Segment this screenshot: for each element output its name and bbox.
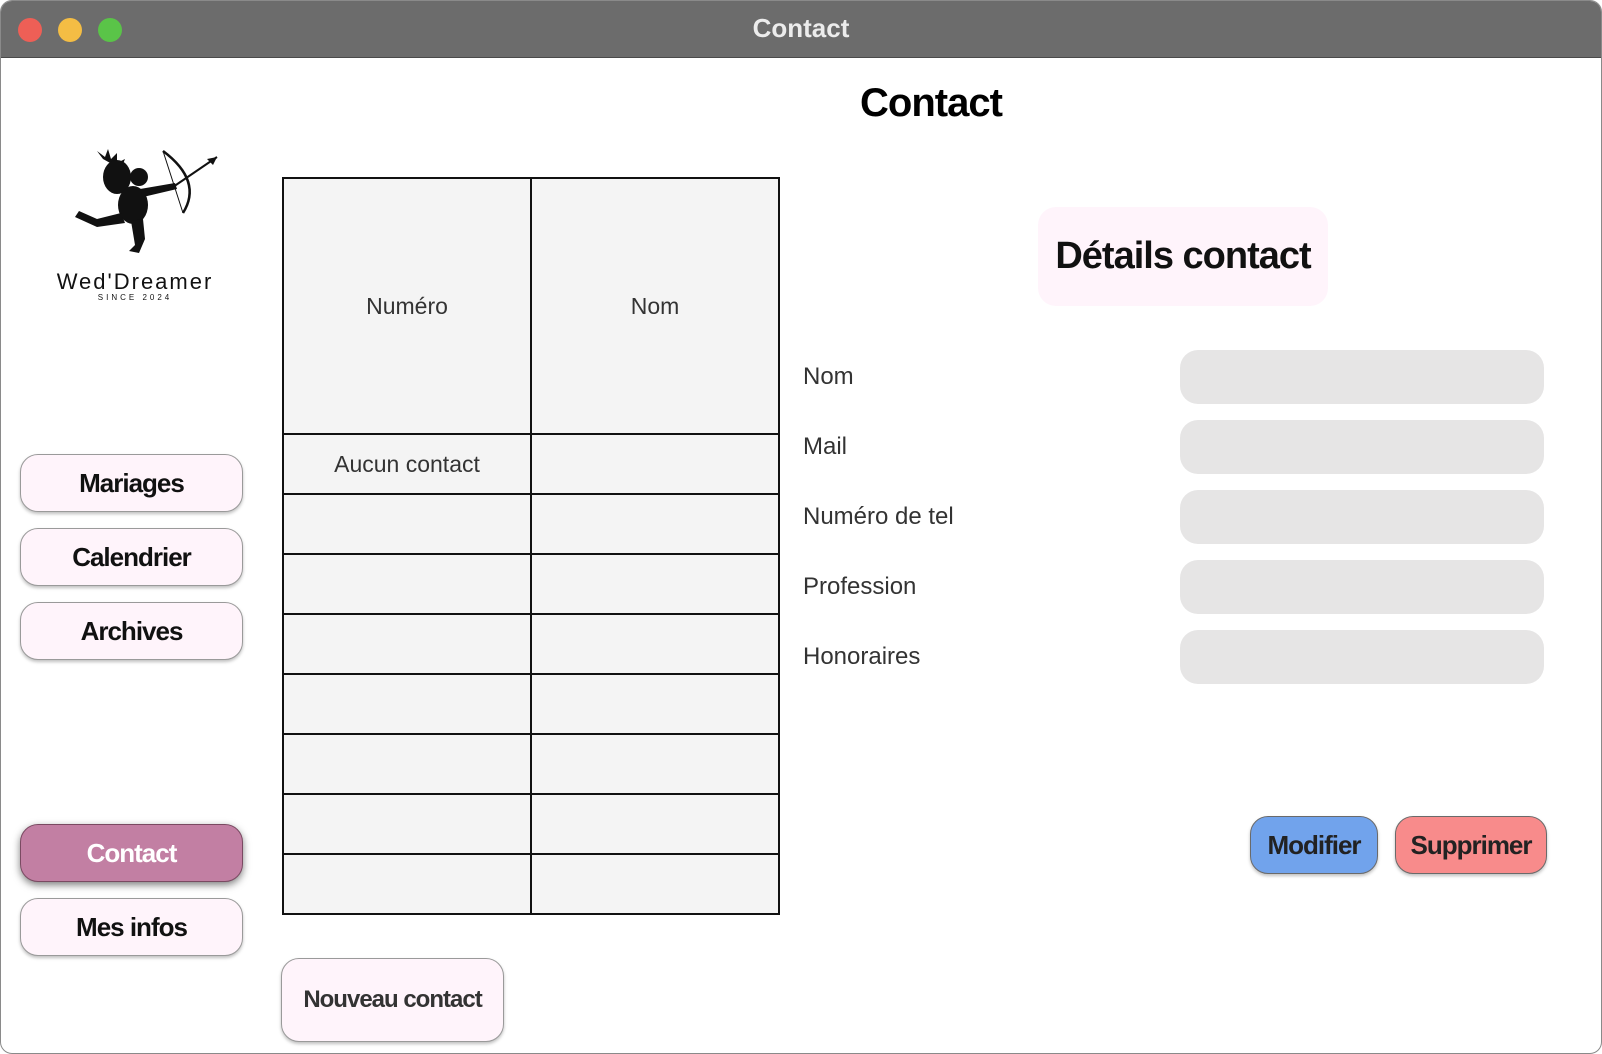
mail-label: Mail	[803, 433, 848, 460]
table-row[interactable]	[282, 793, 780, 855]
page-title: Contact	[860, 81, 1003, 125]
details-title: Détails contact	[1038, 207, 1328, 306]
nav-calendrier-button[interactable]: Calendrier	[20, 528, 243, 586]
table-row[interactable]	[282, 553, 780, 615]
nom-field[interactable]	[1180, 350, 1544, 404]
phone-label: Numéro de tel	[803, 503, 954, 530]
contacts-table: Numéro Nom Aucun contact	[282, 177, 780, 915]
table-cell	[530, 433, 780, 495]
table-row[interactable]	[282, 673, 780, 735]
table-cell	[530, 853, 780, 915]
nom-label: Nom	[803, 363, 854, 390]
table-row[interactable]	[282, 613, 780, 675]
table-cell	[282, 493, 532, 555]
table-cell	[530, 793, 780, 855]
table-cell	[282, 853, 532, 915]
table-cell	[530, 553, 780, 615]
nav-mes-infos-button[interactable]: Mes infos	[20, 898, 243, 956]
mail-field[interactable]	[1180, 420, 1544, 474]
table-cell	[530, 673, 780, 735]
nav-mariages-button[interactable]: Mariages	[20, 454, 243, 512]
logo-brand-text: Wed'Dreamer	[56, 269, 214, 294]
new-contact-button[interactable]: Nouveau contact	[281, 958, 504, 1042]
logo-since-text: SINCE 2024	[97, 293, 173, 302]
app-window: Contact Contact Wed'Dreamer SINCE 2024 M…	[0, 0, 1602, 1054]
table-row[interactable]	[282, 493, 780, 555]
table-cell	[530, 733, 780, 795]
column-header-nom[interactable]: Nom	[530, 177, 780, 435]
nav-archives-button[interactable]: Archives	[20, 602, 243, 660]
nav-contact-button[interactable]: Contact	[20, 824, 243, 882]
table-cell	[282, 673, 532, 735]
table-cell	[282, 793, 532, 855]
phone-field[interactable]	[1180, 490, 1544, 544]
table-row[interactable]: Aucun contact	[282, 433, 780, 495]
table-row[interactable]	[282, 733, 780, 795]
table-cell	[530, 493, 780, 555]
title-bar: Contact	[1, 1, 1601, 58]
table-cell	[282, 553, 532, 615]
honoraires-label: Honoraires	[803, 643, 921, 670]
profession-field[interactable]	[1180, 560, 1544, 614]
profession-label: Profession	[803, 573, 917, 600]
table-row[interactable]	[282, 853, 780, 915]
column-header-numero[interactable]: Numéro	[282, 177, 532, 435]
table-cell	[530, 613, 780, 675]
delete-button[interactable]: Supprimer	[1395, 816, 1547, 874]
window-title: Contact	[752, 13, 850, 43]
table-header-row: Numéro Nom	[282, 177, 780, 435]
edit-button[interactable]: Modifier	[1250, 816, 1378, 874]
honoraires-field[interactable]	[1180, 630, 1544, 684]
table-cell	[282, 733, 532, 795]
table-cell	[282, 613, 532, 675]
table-cell: Aucun contact	[282, 433, 532, 495]
